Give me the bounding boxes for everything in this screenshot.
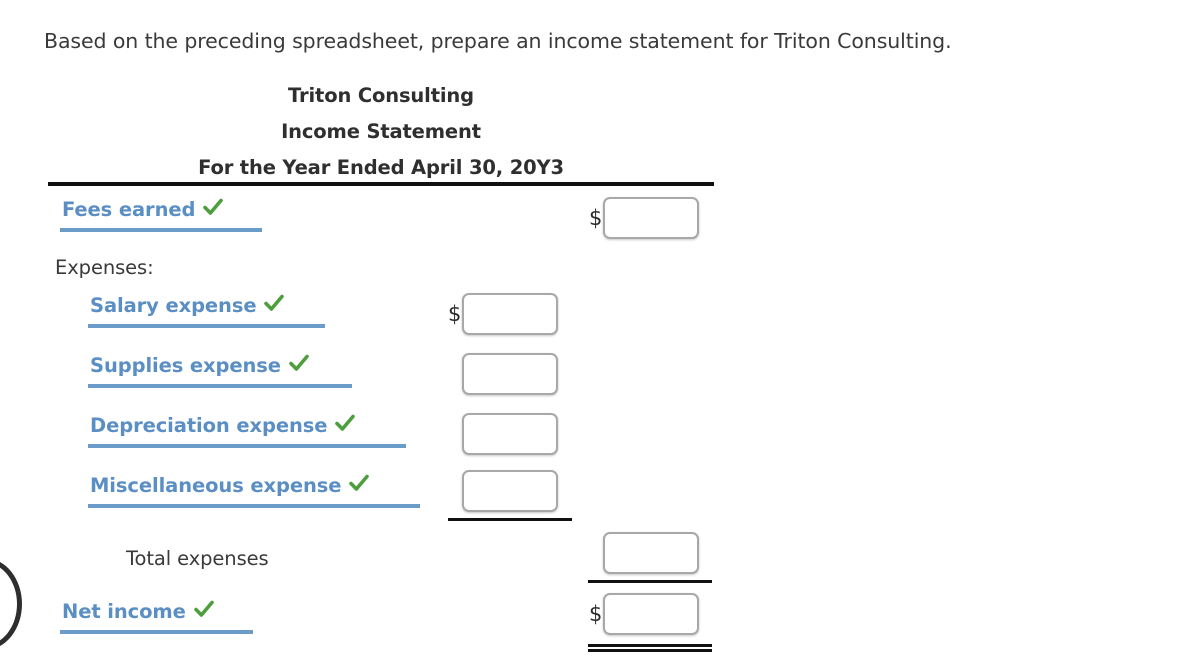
- row-label-text: Miscellaneous expense: [90, 474, 342, 497]
- header-divider: [48, 182, 714, 186]
- row-label-text: Net income: [62, 600, 186, 623]
- statement-company-name: Triton Consulting: [288, 84, 474, 107]
- expenses-subtotal-divider: [448, 518, 572, 521]
- input-supplies-expense[interactable]: [462, 353, 558, 395]
- total-expenses-divider: [588, 580, 712, 583]
- row-label-depreciation-expense[interactable]: Depreciation expense: [90, 412, 356, 439]
- green-check-icon: [334, 412, 356, 439]
- input-fees-earned[interactable]: [603, 197, 699, 239]
- currency-symbol-net-income: $: [589, 602, 603, 626]
- section-label-expenses: Expenses:: [55, 256, 154, 279]
- green-check-icon: [288, 352, 310, 379]
- row-label-miscellaneous-expense[interactable]: Miscellaneous expense: [90, 472, 370, 499]
- row-label-text: Fees earned: [62, 198, 196, 221]
- row-underline-net-income: [60, 630, 253, 634]
- currency-symbol-salary-expense: $: [448, 302, 462, 326]
- statement-period: For the Year Ended April 30, 20Y3: [198, 156, 564, 179]
- row-label-text: Salary expense: [90, 294, 257, 317]
- row-label-fees-earned[interactable]: Fees earned: [62, 196, 224, 223]
- currency-symbol-fees-earned: $: [589, 206, 603, 230]
- row-label-text: Depreciation expense: [90, 414, 328, 437]
- row-label-net-income[interactable]: Net income: [62, 598, 215, 625]
- input-salary-expense[interactable]: [462, 293, 558, 335]
- green-check-icon: [348, 472, 370, 499]
- row-label-supplies-expense[interactable]: Supplies expense: [90, 352, 310, 379]
- row-underline-salary-expense: [88, 324, 325, 328]
- statement-report-title: Income Statement: [281, 120, 481, 143]
- green-check-icon: [263, 292, 285, 319]
- input-total-expenses[interactable]: [603, 532, 699, 574]
- net-income-double-divider: [588, 644, 712, 652]
- row-underline-depreciation-expense: [88, 444, 406, 448]
- row-label-salary-expense[interactable]: Salary expense: [90, 292, 285, 319]
- input-depreciation-expense[interactable]: [462, 413, 558, 455]
- green-check-icon: [202, 196, 224, 223]
- row-underline-miscellaneous-expense: [88, 504, 420, 508]
- income-statement-form: Triton Consulting Income Statement For t…: [0, 0, 1194, 672]
- row-underline-supplies-expense: [88, 384, 352, 388]
- row-label-total-expenses: Total expenses: [126, 547, 269, 570]
- green-check-icon: [193, 598, 215, 625]
- row-label-text: Supplies expense: [90, 354, 281, 377]
- input-miscellaneous-expense[interactable]: [462, 470, 558, 512]
- row-underline-fees-earned: [60, 228, 262, 232]
- input-net-income[interactable]: [603, 593, 699, 635]
